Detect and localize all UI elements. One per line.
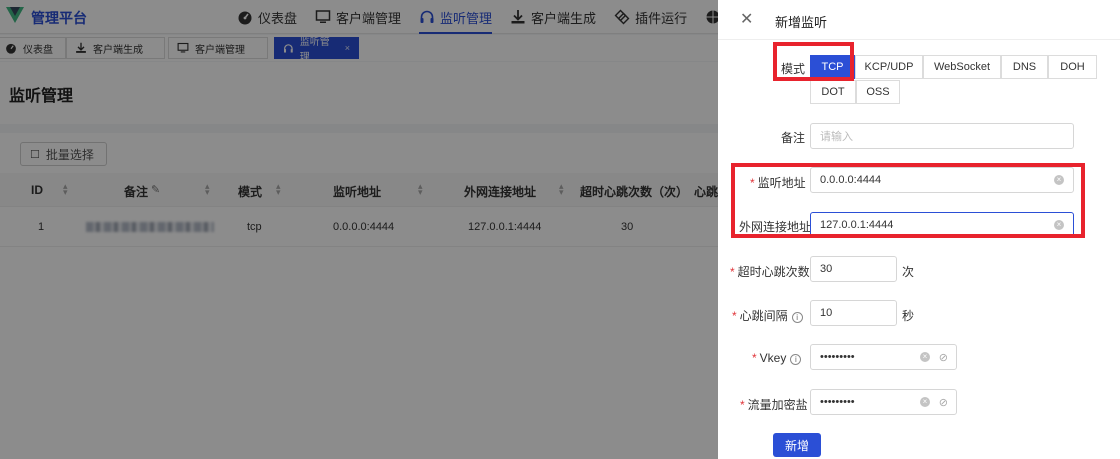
listen-address-label: * 监听地址 [750,176,806,190]
mode-option-oss[interactable]: OSS [856,80,900,104]
traffic-salt-password-input[interactable]: ••••••••• × ⊘ [810,389,957,415]
heartbeat-interval-label: * 心跳间隔 i [732,307,803,324]
mode-option-kcp-udp[interactable]: KCP/UDP [855,55,923,79]
external-address-label: 外网连接地址 [739,220,812,234]
timeout-count-input[interactable]: 30 [810,256,897,282]
timeout-count-label-text: 超时心跳次数 [737,265,810,279]
heartbeat-interval-value: 10 [820,307,833,319]
add-submit-button[interactable]: 新增 [773,433,821,457]
modal-overlay[interactable] [0,0,718,459]
clear-icon[interactable]: × [1054,220,1064,230]
heartbeat-interval-unit: 秒 [902,309,915,323]
eye-hidden-icon[interactable]: ⊘ [939,351,948,364]
mode-option-dot[interactable]: DOT [810,80,856,104]
heartbeat-interval-label-text: 心跳间隔 [739,309,788,323]
listen-address-input[interactable]: 0.0.0.0:4444 × [810,167,1074,193]
clear-icon[interactable]: × [920,352,930,362]
mode-option-tcp[interactable]: TCP [810,55,855,79]
remark-placeholder: 请输入 [820,131,853,143]
listen-address-label-text: 监听地址 [757,176,806,190]
traffic-salt-label-text: 流量加密盐 [747,398,808,412]
drawer-title: 新增监听 [775,15,828,30]
info-icon[interactable]: i [791,312,803,323]
vkey-label-text: Vkey [759,351,787,365]
mode-label: 模式 [781,62,806,76]
heartbeat-interval-input[interactable]: 10 [810,300,897,326]
drawer-header: ✕ 新增监听 [718,0,1120,40]
timeout-count-unit: 次 [902,265,915,279]
mode-option-doh[interactable]: DOH [1048,55,1097,79]
timeout-count-value: 30 [820,263,833,275]
traffic-salt-label: * 流量加密盐 [740,398,808,412]
vkey-password-input[interactable]: ••••••••• × ⊘ [810,344,957,370]
external-address-value: 127.0.0.1:4444 [820,219,894,231]
remark-label: 备注 [781,131,806,145]
eye-hidden-icon[interactable]: ⊘ [939,396,948,409]
vkey-value: ••••••••• [820,351,855,363]
mode-option-dns[interactable]: DNS [1001,55,1048,79]
clear-icon[interactable]: × [920,397,930,407]
info-icon[interactable]: i [790,354,802,365]
listen-address-value: 0.0.0.0:4444 [820,174,882,186]
clear-icon[interactable]: × [1054,175,1064,185]
mode-option-websocket[interactable]: WebSocket [923,55,1001,79]
external-address-input[interactable]: 127.0.0.1:4444 × [810,212,1074,238]
traffic-salt-value: ••••••••• [820,396,855,408]
vkey-label: * Vkey i [752,351,802,365]
remark-input[interactable]: 请输入 [810,123,1074,149]
timeout-count-label: * 超时心跳次数 [730,265,810,279]
close-icon[interactable]: ✕ [740,9,753,29]
